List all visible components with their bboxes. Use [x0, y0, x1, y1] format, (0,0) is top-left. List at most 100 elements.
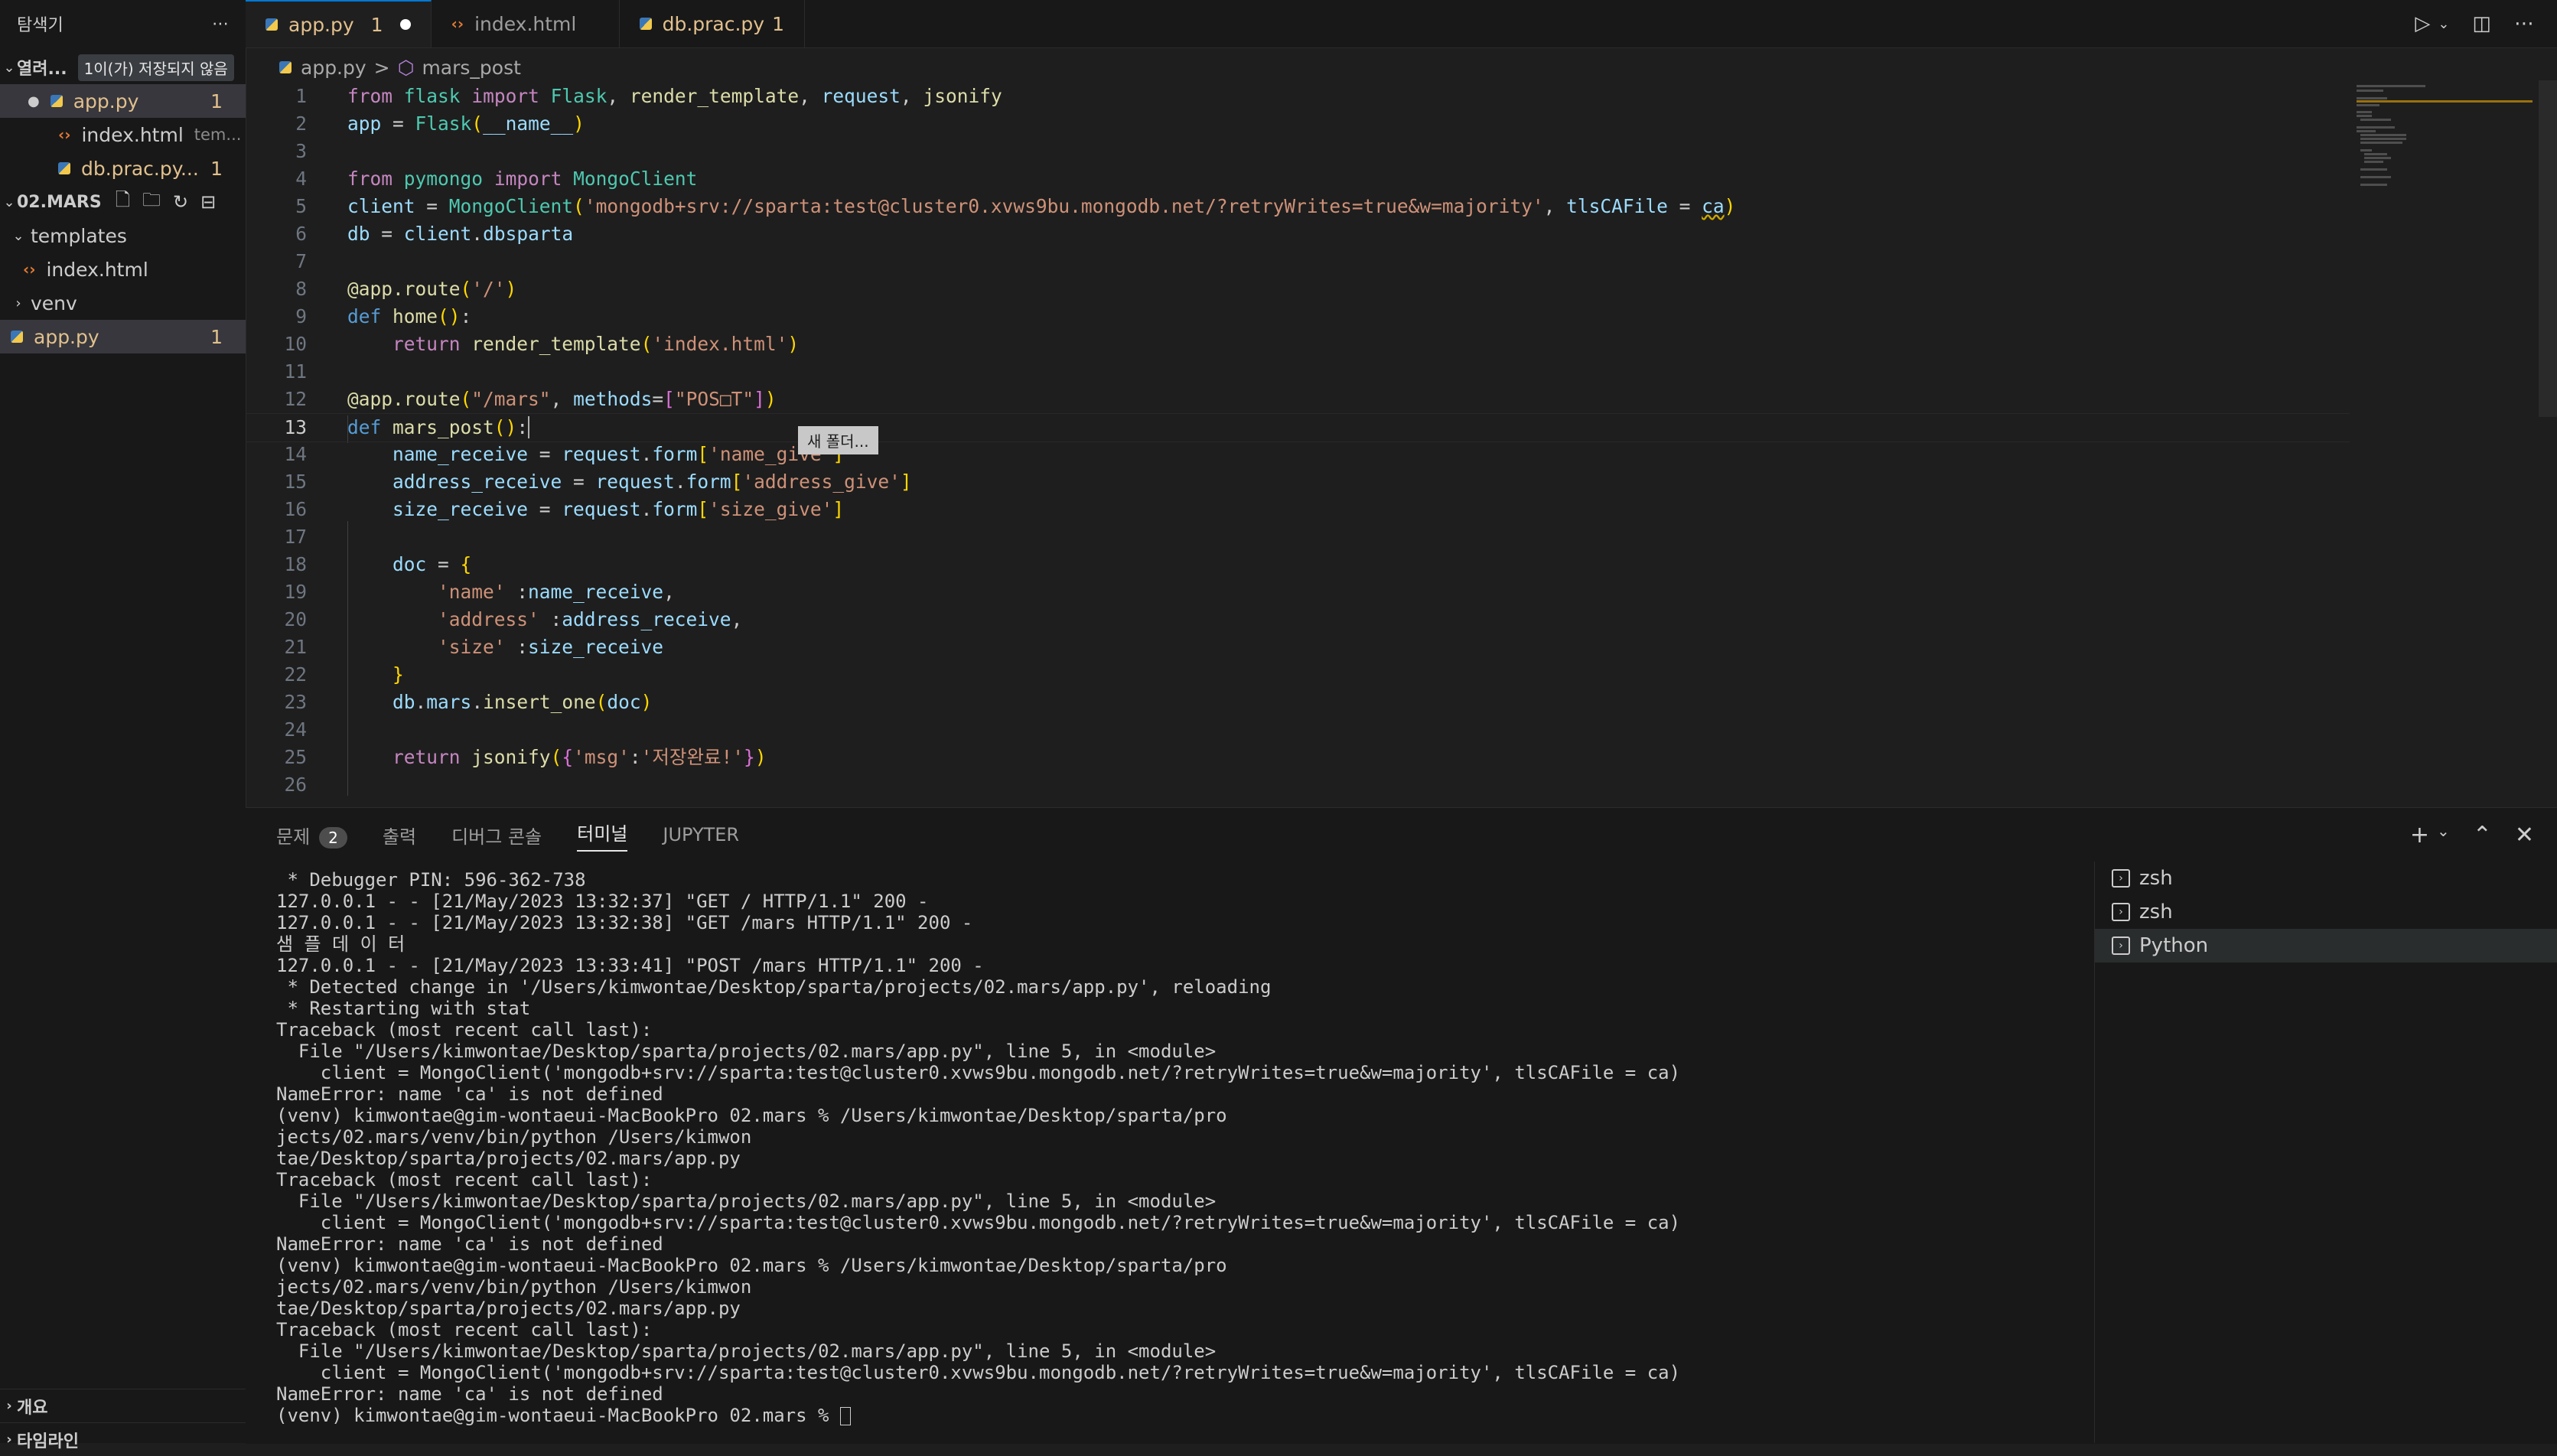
- chevron-right-icon: ›: [15, 295, 21, 311]
- open-editors-section[interactable]: ⌄ 열려... 1이(가) 저장되지 않음: [0, 50, 246, 84]
- minimap[interactable]: [2353, 80, 2536, 233]
- terminal-icon: ›: [2112, 869, 2130, 888]
- code-line: 17: [284, 526, 307, 548]
- chevron-down-icon[interactable]: ⌄: [2438, 16, 2449, 32]
- tab-label: app.py: [288, 13, 354, 36]
- breadcrumb-file[interactable]: app.py: [301, 57, 366, 79]
- code-line: 23 db.mars.insert_one(doc): [284, 691, 653, 713]
- tree-item-templates[interactable]: ⌄ templates: [0, 219, 246, 252]
- terminal-item-python[interactable]: › Python: [2095, 929, 2557, 963]
- timeline-section[interactable]: › 타임라인: [0, 1422, 246, 1456]
- code-line: 19 'name' :name_receive,: [284, 581, 675, 603]
- chevron-down-icon: ⌄: [3, 59, 15, 76]
- refresh-icon[interactable]: ↻: [173, 191, 188, 213]
- terminal-line: client = MongoClient('mongodb+srv://spar…: [276, 1062, 1681, 1083]
- code-line-current: 13 def mars_post():: [246, 413, 2350, 442]
- outline-section[interactable]: › 개요: [0, 1389, 246, 1422]
- panel-tabs: 문제 2 출력 디버그 콘솔 터미널 JUPYTER: [246, 808, 2557, 862]
- tree-item-app-py[interactable]: app.py 1: [0, 320, 246, 353]
- terminal-line: NameError: name 'ca' is not defined: [276, 1233, 663, 1255]
- chevron-down-icon[interactable]: ⌄: [2437, 822, 2450, 849]
- code-line: 16 size_receive = request.form['size_giv…: [284, 498, 845, 520]
- breadcrumb-separator: >: [373, 56, 390, 79]
- tree-item-label: app.py: [34, 325, 99, 348]
- run-icon[interactable]: ▷: [2415, 12, 2430, 35]
- editor-tabs: app.py 1 ‹› index.html db.prac.py 1 ▷ ⌄ …: [246, 0, 2557, 48]
- breadcrumb-symbol[interactable]: mars_post: [422, 57, 520, 79]
- open-editors-label: 열려...: [17, 60, 67, 79]
- terminal-line: 127.0.0.1 - - [21/May/2023 13:32:37] "GE…: [276, 891, 929, 912]
- terminal-line: File "/Users/kimwontae/Desktop/sparta/pr…: [276, 1340, 1217, 1362]
- collapse-all-icon[interactable]: ⊟: [200, 191, 216, 213]
- new-folder-tooltip: 새 폴더...: [798, 426, 878, 454]
- problem-count-badge: 2: [319, 826, 347, 849]
- code-line: 11: [284, 360, 307, 383]
- unsaved-badge: 1이(가) 저장되지 않음: [77, 54, 234, 81]
- project-section[interactable]: ⌄ 02.MARS 🗋 🗀 ↻ ⊟: [0, 185, 246, 219]
- more-actions-icon[interactable]: ⋯: [2514, 12, 2534, 35]
- terminal-cursor: [839, 1407, 851, 1425]
- tree-item-label: venv: [31, 292, 77, 314]
- problem-count: 1: [210, 325, 223, 348]
- chevron-right-icon: ›: [6, 1398, 12, 1414]
- tab-problems[interactable]: 문제 2: [276, 822, 347, 849]
- outline-label: 개요: [17, 1398, 48, 1418]
- code-line: 24: [284, 718, 307, 741]
- tab-terminal[interactable]: 터미널: [577, 819, 628, 852]
- code-line: 20 'address' :address_receive,: [284, 608, 743, 630]
- unsaved-dot-icon[interactable]: ●: [28, 93, 40, 109]
- tree-item-index-html[interactable]: ‹› index.html: [0, 252, 246, 286]
- more-actions-icon[interactable]: ⋯: [212, 15, 229, 34]
- terminal-line: * Restarting with stat: [276, 998, 531, 1019]
- terminal-line: NameError: name 'ca' is not defined: [276, 1383, 663, 1405]
- tab-debug-console[interactable]: 디버그 콘솔: [451, 822, 542, 849]
- split-editor-icon[interactable]: ◫: [2472, 12, 2491, 35]
- tab-jupyter[interactable]: JUPYTER: [663, 824, 739, 845]
- code-line: 6 db = client.dbsparta: [295, 223, 574, 245]
- open-editor-index-html[interactable]: ‹› index.html tem...: [0, 118, 246, 151]
- tab-output[interactable]: 출력: [383, 822, 416, 849]
- add-terminal-icon[interactable]: +: [2410, 822, 2429, 849]
- code-editor[interactable]: 1 from flask import Flask, render_templat…: [246, 80, 2350, 796]
- html-file-icon: ‹›: [451, 15, 464, 33]
- code-line: 1 from flask import Flask, render_templat…: [295, 85, 1002, 107]
- code-line: 3: [295, 140, 307, 162]
- terminal-line: * Detected change in '/Users/kimwontae/D…: [276, 976, 1272, 998]
- timeline-label: 타임라인: [17, 1432, 79, 1451]
- code-line: 15 address_receive = request.form['addre…: [284, 471, 912, 493]
- chevron-down-icon: ⌄: [3, 194, 15, 210]
- editor-actions: ▷ ⌄ ◫ ⋯: [2415, 0, 2557, 47]
- terminal-icon: ›: [2112, 936, 2130, 955]
- panel-actions: + ⌄ ⌃ ✕: [2410, 822, 2534, 849]
- tab-app-py[interactable]: app.py 1: [246, 0, 432, 47]
- terminal-line: client = MongoClient('mongodb+srv://spar…: [276, 1362, 1681, 1383]
- terminal-output[interactable]: * Debugger PIN: 596-362-738 127.0.0.1 - -…: [276, 869, 2090, 1443]
- method-symbol-icon: ⬡: [397, 56, 415, 79]
- terminal-line: Traceback (most recent call last):: [276, 1319, 653, 1340]
- open-editor-db-prac[interactable]: db.prac.py... 1: [0, 151, 246, 185]
- open-editor-app-py[interactable]: ● app.py 1: [0, 84, 246, 118]
- terminal-line: (venv) kimwontae@gim-wontaeui-MacBookPro…: [276, 1255, 1227, 1276]
- new-folder-icon[interactable]: 🗀: [142, 187, 161, 218]
- editor-scrollbar[interactable]: [2539, 80, 2557, 417]
- html-file-icon: ‹›: [23, 260, 36, 278]
- code-line: 5 client = MongoClient('mongodb+srv://spa…: [295, 195, 1736, 217]
- terminal-line: * Debugger PIN: 596-362-738: [276, 869, 586, 891]
- close-panel-icon[interactable]: ✕: [2515, 822, 2534, 849]
- python-file-icon: [50, 95, 63, 107]
- code-line: 25 return jsonify({'msg':'저장완료!'}): [284, 746, 767, 768]
- tab-db-prac-py[interactable]: db.prac.py 1: [620, 0, 805, 47]
- code-line: 22 }: [284, 663, 404, 686]
- tree-item-label: index.html: [46, 258, 148, 281]
- terminal-item-zsh[interactable]: › zsh: [2095, 895, 2557, 929]
- unsaved-dot-icon[interactable]: [399, 19, 411, 30]
- tab-index-html[interactable]: ‹› index.html: [432, 0, 620, 47]
- chevron-right-icon: ›: [6, 1432, 12, 1448]
- maximize-panel-icon[interactable]: ⌃: [2473, 822, 2492, 849]
- python-file-icon: [265, 18, 278, 31]
- tree-item-venv[interactable]: › venv: [0, 286, 246, 320]
- code-line: 4 from pymongo import MongoClient: [295, 168, 698, 190]
- terminal-item-zsh[interactable]: › zsh: [2095, 862, 2557, 895]
- project-label: 02.MARS: [17, 192, 102, 212]
- new-file-icon[interactable]: 🗋: [116, 187, 130, 218]
